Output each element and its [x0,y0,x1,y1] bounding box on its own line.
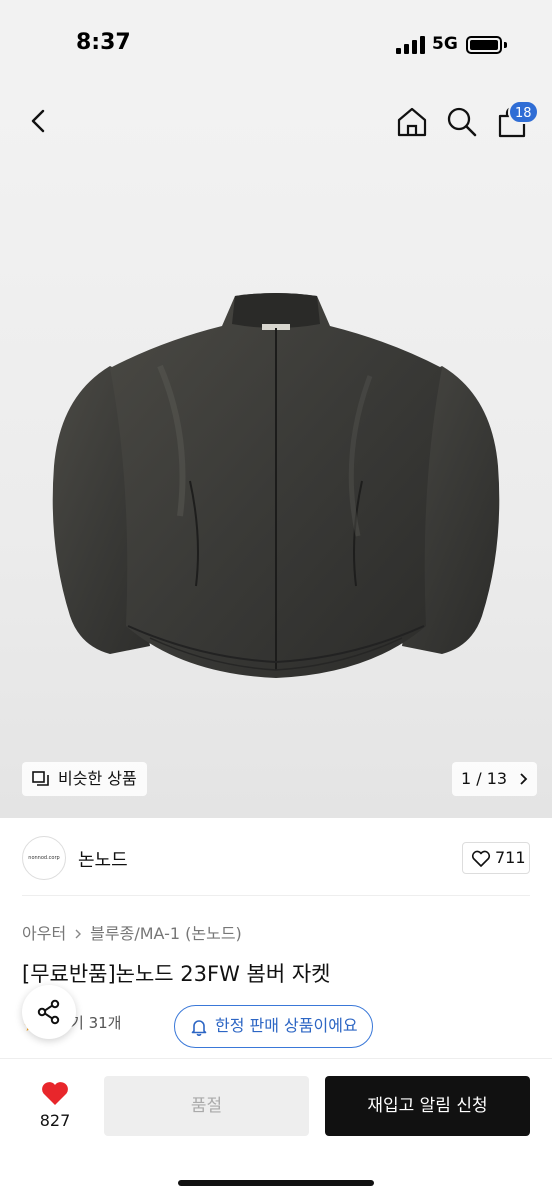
back-button[interactable] [22,104,56,138]
home-indicator [178,1180,374,1186]
restock-alert-button[interactable]: 재입고 알림 신청 [325,1076,530,1136]
brand-name[interactable]: 논노드 [78,846,128,872]
limited-sale-label: 한정 판매 상품이에요 [215,1016,358,1035]
signal-icon [396,36,426,54]
brand-like-button[interactable]: 711 [462,842,530,874]
image-pager[interactable]: 1 / 13 [452,762,538,796]
limited-sale-notice[interactable]: 한정 판매 상품이에요 [174,1005,373,1048]
home-button[interactable] [394,104,430,140]
soldout-button: 품절 [104,1076,309,1136]
heart-filled-icon[interactable] [40,1080,70,1106]
brand-row[interactable]: nonnod.corp 논노드 711 [0,818,552,896]
search-button[interactable] [444,104,480,140]
divider [22,895,530,896]
similar-products-button[interactable]: 비슷한 상품 [22,762,147,796]
brand-like-count: 711 [495,848,526,867]
search-icon [447,107,477,137]
share-icon [37,999,60,1025]
product-image-gallery[interactable]: 18 비슷한 상품 1 / 13 [0,90,552,818]
network-label: 5G [432,34,458,54]
review-count-link[interactable]: 기 31개 [70,1012,121,1033]
back-arrow-icon [31,109,45,133]
status-time: 8:37 [76,30,131,55]
heart-outline-icon [471,850,491,867]
product-image [52,293,500,678]
bottom-bar-divider [0,1058,552,1059]
similar-products-label: 비슷한 상품 [58,769,137,788]
cart-count-badge: 18 [508,100,539,124]
home-icon [397,107,427,137]
battery-tip [504,42,507,48]
similar-items-icon [32,771,49,786]
brand-logo[interactable]: nonnod.corp [22,836,66,880]
breadcrumb: 아우터 블루종/MA-1 (논노드) [22,920,242,944]
product-like-count: 827 [39,1111,71,1130]
product-title: [무료반품]논노드 23FW 봄버 자켓 [22,962,331,986]
battery-icon [466,36,502,54]
breadcrumb-subcategory[interactable]: 블루종/MA-1 (논노드) [90,924,242,943]
pager-text: 1 / 13 [461,769,508,788]
chevron-right-icon [520,773,528,785]
status-bar: 8:37 5G [0,0,552,90]
breadcrumb-category[interactable]: 아우터 [22,924,66,943]
chevron-right-icon [75,929,82,939]
share-button[interactable] [22,985,76,1039]
bell-icon [191,1020,207,1036]
